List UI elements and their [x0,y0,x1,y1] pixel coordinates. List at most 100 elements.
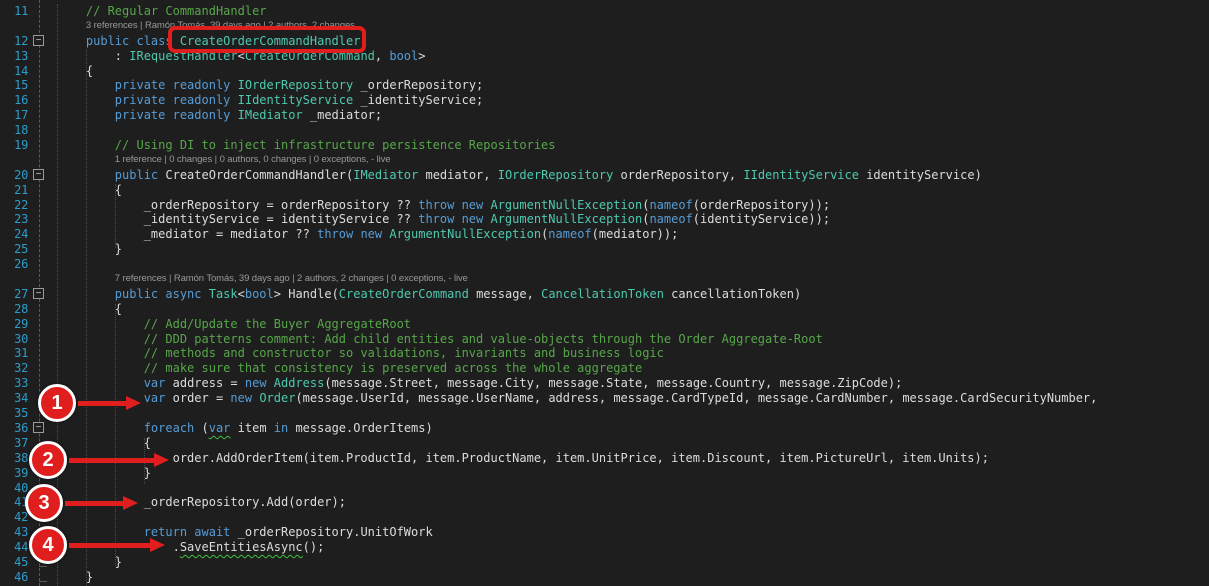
codelens-info[interactable]: 1 reference | 0 changes | 0 authors, 0 c… [115,153,391,168]
outlining-margin [28,78,57,93]
line-number[interactable]: 39 [0,466,28,481]
line-number[interactable]: 42 [0,510,28,525]
code-line[interactable]: 19 // Using DI to inject infrastructure … [0,138,1209,153]
code-line[interactable]: 46 } [0,570,1209,585]
line-number[interactable]: 21 [0,183,28,198]
code-line[interactable]: 31 // methods and constructor so validat… [0,346,1209,361]
outlining-margin [28,436,57,451]
line-number[interactable]: 43 [0,525,28,540]
line-number[interactable]: 13 [0,49,28,64]
code-text: } [57,466,151,481]
codelens-row[interactable]: 7 references | Ramón Tomás, 39 days ago … [0,272,1209,287]
code-line[interactable]: 27− public async Task<bool> Handle(Creat… [0,287,1209,302]
code-line[interactable]: 45 } [0,555,1209,570]
line-number[interactable]: 20 [0,168,28,183]
code-text: _orderRepository = orderRepository ?? th… [57,198,830,213]
code-line[interactable]: 22 _orderRepository = orderRepository ??… [0,198,1209,213]
code-editor[interactable]: 11 // Regular CommandHandler3 references… [0,0,1209,586]
outlining-margin: − [28,168,57,183]
code-line[interactable]: 13 : IRequestHandler<CreateOrderCommand,… [0,49,1209,64]
code-line[interactable]: 29 // Add/Update the Buyer AggregateRoot [0,317,1209,332]
code-line[interactable]: 26 [0,257,1209,272]
line-number[interactable]: 11 [0,4,28,19]
line-number[interactable]: 29 [0,317,28,332]
line-number[interactable]: 31 [0,346,28,361]
line-number[interactable]: 30 [0,332,28,347]
line-number[interactable]: 19 [0,138,28,153]
line-number[interactable]: 25 [0,242,28,257]
code-line[interactable]: 35 [0,406,1209,421]
line-number[interactable]: 28 [0,302,28,317]
line-number[interactable]: 24 [0,227,28,242]
code-line[interactable]: 23 _identityService = identityService ??… [0,212,1209,227]
line-number[interactable]: 36 [0,421,28,436]
outlining-margin [28,153,57,168]
line-number[interactable]: 33 [0,376,28,391]
fold-collapse-toggle[interactable]: − [33,422,44,433]
code-line[interactable]: 44 .SaveEntitiesAsync(); [0,540,1209,555]
code-line[interactable]: 33 var address = new Address(message.Str… [0,376,1209,391]
code-line[interactable]: 39 } [0,466,1209,481]
code-line[interactable]: 41 _orderRepository.Add(order); [0,495,1209,510]
line-number[interactable]: 22 [0,198,28,213]
line-number[interactable]: 45 [0,555,28,570]
line-number[interactable]: 40 [0,481,28,496]
code-line[interactable]: 25 } [0,242,1209,257]
codelens-info[interactable]: 7 references | Ramón Tomás, 39 days ago … [115,272,468,287]
code-line[interactable]: 15 private readonly IOrderRepository _or… [0,78,1209,93]
line-number[interactable]: 41 [0,495,28,510]
line-number[interactable]: 38 [0,451,28,466]
code-line[interactable]: 21 { [0,183,1209,198]
outlining-margin [28,257,57,272]
outlining-margin [28,466,57,481]
outlining-margin [28,376,57,391]
line-number[interactable]: 23 [0,212,28,227]
code-line[interactable]: 30 // DDD patterns comment: Add child en… [0,332,1209,347]
code-text: private readonly IIdentityService _ident… [57,93,483,108]
code-line[interactable]: 20− public CreateOrderCommandHandler(IMe… [0,168,1209,183]
code-line[interactable]: 42 [0,510,1209,525]
code-line[interactable]: 37 { [0,436,1209,451]
code-line[interactable]: 36− foreach (var item in message.OrderIt… [0,421,1209,436]
line-number[interactable]: 26 [0,257,28,272]
outlining-margin [28,242,57,257]
line-number[interactable]: 44 [0,540,28,555]
code-line[interactable]: 16 private readonly IIdentityService _id… [0,93,1209,108]
code-line[interactable]: 17 private readonly IMediator _mediator; [0,108,1209,123]
line-number[interactable]: 35 [0,406,28,421]
code-text: _identityService = identityService ?? th… [57,212,830,227]
code-line[interactable]: 38 order.AddOrderItem(item.ProductId, it… [0,451,1209,466]
code-line[interactable]: 34 var order = new Order(message.UserId,… [0,391,1209,406]
code-text: var address = new Address(message.Street… [57,376,902,391]
code-line[interactable]: 24 _mediator = mediator ?? throw new Arg… [0,227,1209,242]
code-line[interactable]: 40 [0,481,1209,496]
code-line[interactable]: 28 { [0,302,1209,317]
code-line[interactable]: 43 return await _orderRepository.UnitOfW… [0,525,1209,540]
code-line[interactable]: 12− public class CreateOrderCommandHandl… [0,34,1209,49]
codelens-row[interactable]: 3 references | Ramón Tomás, 39 days ago … [0,19,1209,34]
line-number[interactable]: 18 [0,123,28,138]
fold-collapse-toggle[interactable]: − [33,169,44,180]
line-number[interactable]: 34 [0,391,28,406]
line-number[interactable]: 27 [0,287,28,302]
code-line[interactable]: 14 { [0,64,1209,79]
code-line[interactable]: 32 // make sure that consistency is pres… [0,361,1209,376]
line-number[interactable]: 32 [0,361,28,376]
line-number[interactable]: 15 [0,78,28,93]
outlining-margin [28,361,57,376]
code-text: var order = new Order(message.UserId, me… [57,391,1097,406]
fold-collapse-toggle[interactable]: − [33,35,44,46]
line-number[interactable]: 12 [0,34,28,49]
outlining-margin [28,391,57,406]
codelens-info[interactable]: 3 references | Ramón Tomás, 39 days ago … [86,19,355,34]
codelens-row[interactable]: 1 reference | 0 changes | 0 authors, 0 c… [0,153,1209,168]
line-number[interactable]: 16 [0,93,28,108]
line-number[interactable]: 17 [0,108,28,123]
line-number[interactable]: 37 [0,436,28,451]
line-number[interactable]: 46 [0,570,28,585]
code-rows: 11 // Regular CommandHandler3 references… [0,4,1209,586]
code-line[interactable]: 18 [0,123,1209,138]
code-line[interactable]: 11 // Regular CommandHandler [0,4,1209,19]
line-number[interactable]: 14 [0,64,28,79]
fold-collapse-toggle[interactable]: − [33,288,44,299]
